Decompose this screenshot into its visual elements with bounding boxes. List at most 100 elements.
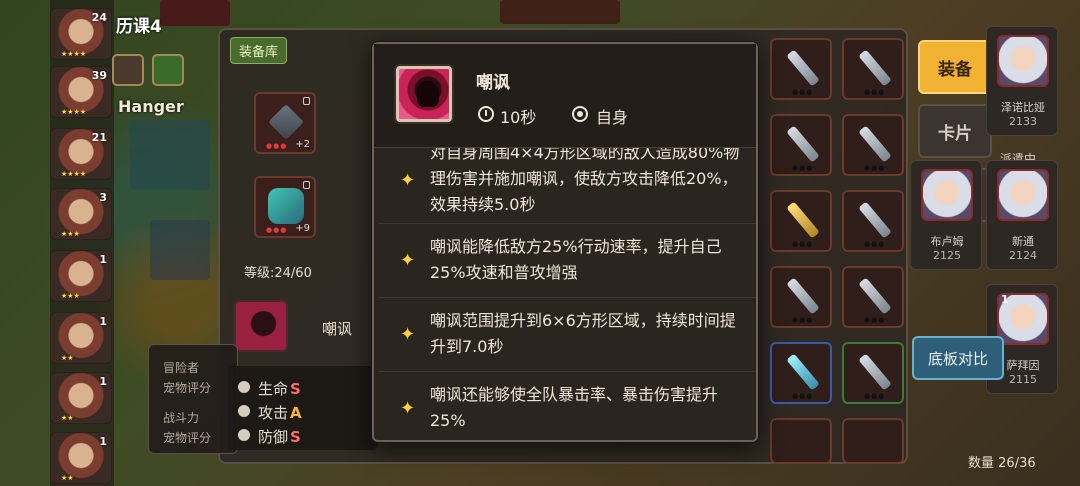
heart-icon <box>238 381 250 393</box>
stat-defense: 防御 S <box>238 426 301 447</box>
roaring-beast-icon <box>396 66 452 122</box>
hero-list-item[interactable]: 1 ★★ <box>50 312 112 364</box>
inventory-item[interactable]: ●●● <box>842 38 904 100</box>
star-rating-icon: ★★★★ <box>61 108 87 116</box>
count-value: 26/36 <box>998 456 1036 471</box>
inventory-item[interactable]: ●●● <box>842 266 904 328</box>
rarity-dots: ●●● <box>266 226 288 234</box>
sword-icon <box>858 49 892 87</box>
skill-title: 嘲讽 <box>476 73 510 93</box>
inventory-item[interactable]: ●●● <box>842 114 904 176</box>
hero-card-name: 布卢姆 <box>930 235 964 248</box>
tooltip-line: 战斗力 <box>163 411 200 425</box>
inventory-item[interactable]: ●●● <box>842 190 904 252</box>
sword-icon <box>786 277 820 315</box>
hero-list-item[interactable]: 21 ★★★★ <box>50 128 112 180</box>
hero-level: 24 <box>91 11 107 24</box>
rarity-dots: ●●● <box>792 392 814 400</box>
star-rating-icon: ★★ <box>61 414 74 422</box>
star-icon: ✦ <box>400 398 416 419</box>
hero-name: Hanger <box>118 97 184 116</box>
enhance-level: +9 <box>295 223 310 234</box>
hero-card[interactable]: 布卢姆 2125 <box>910 160 982 270</box>
equipped-weapon-slot[interactable]: ●●● +2 <box>254 92 316 154</box>
stat-grade: A <box>290 404 302 422</box>
stat-grade: S <box>290 380 301 398</box>
rarity-dots: ●●● <box>792 316 814 324</box>
equipped-armor-slot[interactable]: ●●● +9 <box>254 176 316 238</box>
lock-icon <box>303 97 310 105</box>
inventory-item[interactable]: ●●● <box>842 342 904 404</box>
ice-sword-icon <box>786 353 820 391</box>
sword-icon <box>238 405 250 417</box>
equip-button[interactable]: 装备 <box>918 40 992 94</box>
hero-list-item[interactable]: 1 ★★ <box>50 372 112 424</box>
popup-header: 嘲讽 10秒 自身 <box>374 44 756 148</box>
rarity-dots: ●●● <box>266 142 288 150</box>
lock-icon <box>303 181 310 189</box>
rarity-dots: ●●● <box>792 240 814 248</box>
card-button[interactable]: 卡片 <box>918 104 992 158</box>
hero-card-power: 2125 <box>933 249 961 262</box>
hero-level: 3 <box>99 191 107 204</box>
beast-silhouette <box>417 81 439 107</box>
inventory-item[interactable]: ●●● <box>770 342 832 404</box>
hammer-icon <box>268 104 304 140</box>
inventory-item[interactable]: ●●● <box>770 190 832 252</box>
avatar <box>921 169 973 221</box>
taunt-skill-icon[interactable] <box>234 300 288 352</box>
inventory-item[interactable]: ●●● <box>770 114 832 176</box>
rarity-dots: ●●● <box>864 164 886 172</box>
inventory-item[interactable] <box>770 418 832 464</box>
rarity-dots: ●●● <box>792 88 814 96</box>
avatar <box>997 169 1049 221</box>
hero-level: 1 <box>99 253 107 266</box>
skill-detail-popup: 嘲讽 10秒 自身 ✦ 对自身周围4×4方形区域的敌人造成80%物理伤害并施加嘲… <box>372 42 758 442</box>
golden-sword-icon <box>786 201 820 239</box>
hero-card-name: 泽诺比娅 <box>1001 101 1045 114</box>
star-icon: ✦ <box>400 250 416 271</box>
star-icon: ✦ <box>400 170 416 191</box>
tab-equipment-library[interactable]: 装备库 <box>230 37 288 64</box>
rarity-dots: ●●● <box>792 164 814 172</box>
rarity-dots: ●●● <box>864 316 886 324</box>
rarity-dots: ●●● <box>864 88 886 96</box>
sword-icon <box>858 201 892 239</box>
hero-level: 21 <box>91 131 107 144</box>
sword-icon <box>786 49 820 87</box>
tree-icon[interactable] <box>152 54 184 86</box>
stats-box: 生命 S 攻击 A 防御 S <box>228 366 378 450</box>
hero-level: 1 <box>99 435 107 448</box>
hero-card[interactable]: 新通 2124 <box>986 160 1058 270</box>
inventory-item[interactable]: ●●● <box>770 38 832 100</box>
star-rating-icon: ★★★★ <box>61 170 87 178</box>
target-value: 自身 <box>596 108 629 127</box>
skill-effect: ✦ 嘲讽还能够使全队暴击率、暴击伤害提升25% <box>378 372 756 440</box>
armor-icon <box>268 188 304 224</box>
inventory-item[interactable]: ●●● <box>770 266 832 328</box>
hero-list-item[interactable]: 1 ★★★ <box>50 250 112 302</box>
hero-list-item[interactable]: 1 ★★ <box>50 432 112 484</box>
inventory-item[interactable] <box>842 418 904 464</box>
hero-card-name: 新通 <box>1012 235 1034 248</box>
star-icon: ✦ <box>400 324 416 345</box>
hero-list-item[interactable]: 24 ★★★★ <box>50 8 112 60</box>
star-rating-icon: ★★★ <box>61 230 80 238</box>
skill-effect-text: 嘲讽范围提升到6×6方形区域，持续时间提升到7.0秒 <box>430 311 736 356</box>
sword-icon <box>858 125 892 163</box>
skill-effects-list[interactable]: ✦ 对自身周围4×4方形区域的敌人造成80%物理伤害并施加嘲讽，使敌方攻击降低2… <box>378 148 756 440</box>
compare-button[interactable]: 底板对比 <box>912 336 1004 380</box>
hero-list-column[interactable]: 24 ★★★★ 39 ★★★★ 21 ★★★★ 3 ★★★ 1 ★★★ 1 ★★ 1 ★★ 1… <box>50 0 114 486</box>
stage-title: 历课4 <box>116 17 162 37</box>
hero-list-item[interactable]: 39 ★★★★ <box>50 66 112 118</box>
hero-card[interactable]: 泽诺比娅 2133 <box>986 26 1058 136</box>
skill-effect: ✦ 对自身周围4×4方形区域的敌人造成80%物理伤害并施加嘲讽，使敌方攻击降低2… <box>378 148 756 224</box>
hero-level: 1 <box>99 375 107 388</box>
skill-effect-text: 对自身周围4×4方形区域的敌人造成80%物理伤害并施加嘲讽，使敌方攻击降低20%… <box>430 148 740 214</box>
stat-grade: S <box>290 428 301 446</box>
star-rating-icon: ★★ <box>61 354 74 362</box>
cart-icon[interactable] <box>112 54 144 86</box>
equipment-level: 等级:24/60 <box>244 266 312 281</box>
hero-list-item[interactable]: 3 ★★★ <box>50 188 112 240</box>
tooltip-line: 宠物评分 <box>163 381 212 395</box>
